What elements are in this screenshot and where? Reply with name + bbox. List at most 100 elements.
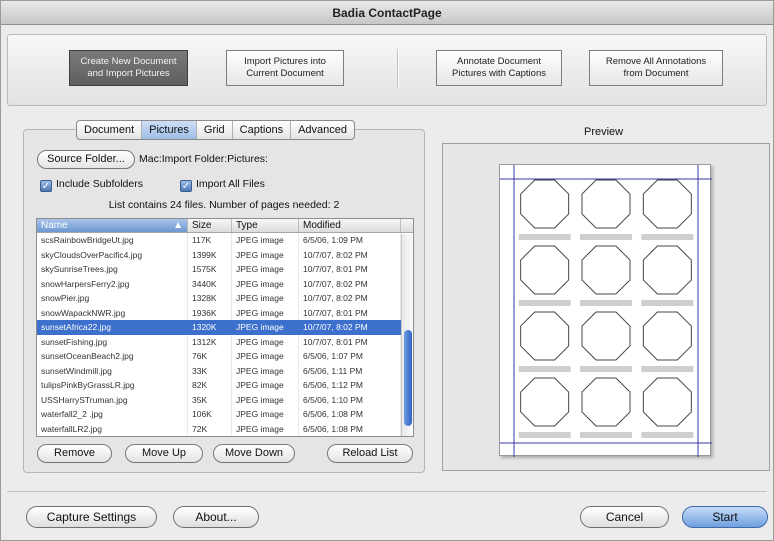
sort-ascending-icon: ▲ [173,220,183,231]
column-header-type[interactable]: Type [232,219,299,232]
table-cell: 72K [188,421,232,436]
table-row[interactable]: snowPier.jpg 1328K JPEG image 10/7/07, 8:02… [37,291,413,306]
tab-captions[interactable]: Captions [233,121,292,139]
table-cell: 6/5/06, 1:12 PM [299,378,401,393]
preview-pane [442,143,770,471]
toolbar: Create New Document and Import Pictures I… [7,34,767,106]
table-cell: 33K [188,363,232,378]
remove-all-annotations-button[interactable]: Remove All Annotations from Document [589,50,723,86]
picture-placeholder [581,245,631,295]
table-cell: 6/5/06, 1:07 PM [299,349,401,364]
caption-placeholder [518,432,571,438]
toolbar-separator [397,49,399,87]
table-cell: 1328K [188,291,232,306]
reload-list-button[interactable]: Reload List [327,444,413,463]
column-header-modified[interactable]: Modified [299,219,401,232]
table-cell: JPEG image [232,305,299,320]
table-cell: 1312K [188,334,232,349]
import-all-files-checkbox[interactable]: ✓ Import All Files [180,177,265,192]
file-list[interactable]: Name ▲ Size Type Modified scsRainbowBridg… [36,218,414,437]
table-cell: 10/7/07, 8:01 PM [299,262,401,277]
column-header-size[interactable]: Size [188,219,232,232]
table-cell: JPEG image [232,276,299,291]
table-row[interactable]: sunsetAfrica22.jpg 1320K JPEG image 10/7/07… [37,320,413,335]
table-row[interactable]: tulipsPinkByGrassLR.jpg 82K JPEG image 6/5/… [37,378,413,393]
caption-placeholder [580,234,632,240]
table-cell: waterfallLR2.jpg [37,421,188,436]
table-row[interactable]: snowHarpersFerry2.jpg 3440K JPEG image 10/7… [37,276,413,291]
table-cell: 10/7/07, 8:01 PM [299,305,401,320]
picture-placeholder [581,311,631,361]
picture-placeholder [642,377,692,427]
table-cell: 3440K [188,276,232,291]
table-cell: 10/7/07, 8:02 PM [299,291,401,306]
table-cell: snowWapackNWR.jpg [37,305,188,320]
preview-page [499,164,712,457]
tab-document[interactable]: Document [77,121,143,139]
picture-placeholder [520,311,570,361]
table-cell: tulipsPinkByGrassLR.jpg [37,378,188,393]
table-cell: 1936K [188,305,232,320]
table-cell: scsRainbowBridgeUt.jpg [37,233,188,248]
picture-placeholder [642,179,692,229]
table-cell: JPEG image [232,247,299,262]
table-row[interactable]: waterfallLR2.jpg 72K JPEG image 6/5/06, 1:0… [37,421,413,436]
table-cell: JPEG image [232,392,299,407]
about-button[interactable]: About... [173,506,259,528]
include-subfolders-checkbox[interactable]: ✓ Include Subfolders [40,177,143,192]
annotate-pictures-button[interactable]: Annotate Document Pictures with Captions [436,50,562,86]
table-cell: waterfall2_2 .jpg [37,407,188,422]
settings-tabs: Document Pictures Grid Captions Advanced [76,120,356,140]
table-cell: JPEG image [232,233,299,248]
tab-grid[interactable]: Grid [197,121,233,139]
table-cell: 1320K [188,320,232,335]
table-cell: 10/7/07, 8:01 PM [299,334,401,349]
start-button[interactable]: Start [682,506,768,528]
table-row[interactable]: USSHarrySTruman.jpg 35K JPEG image 6/5/06, … [37,392,413,407]
table-cell: JPEG image [232,363,299,378]
move-down-button[interactable]: Move Down [213,444,295,463]
import-pictures-button[interactable]: Import Pictures into Current Document [226,50,344,86]
caption-placeholder [641,234,694,240]
tab-advanced[interactable]: Advanced [291,121,354,139]
table-cell: JPEG image [232,334,299,349]
caption-placeholder [518,300,571,306]
file-list-rows: scsRainbowBridgeUt.jpg 117K JPEG image 6/5/… [37,233,413,436]
table-row[interactable]: scsRainbowBridgeUt.jpg 117K JPEG image 6/5/… [37,233,413,248]
capture-settings-button[interactable]: Capture Settings [26,506,157,528]
table-row[interactable]: sunsetWindmill.jpg 33K JPEG image 6/5/06, 1… [37,363,413,378]
picture-placeholder [581,179,631,229]
scrollbar-thumb[interactable] [404,330,412,426]
table-cell: skySunriseTrees.jpg [37,262,188,277]
list-info-text: List contains 24 files. Number of pages … [108,199,340,211]
cancel-button[interactable]: Cancel [580,506,669,528]
table-row[interactable]: sunsetFishing.jpg 1312K JPEG image 10/7/07,… [37,334,413,349]
move-up-button[interactable]: Move Up [125,444,203,463]
checkmark-icon: ✓ [40,180,52,192]
tab-pictures[interactable]: Pictures [142,121,197,139]
table-row[interactable]: skyCloudsOverPacific4.jpg 1399K JPEG image… [37,247,413,262]
table-row[interactable]: waterfall2_2 .jpg 106K JPEG image 6/5/06, 1… [37,407,413,422]
source-folder-path: Mac:Import Folder:Pictures: [139,153,268,165]
create-new-document-button[interactable]: Create New Document and Import Pictures [69,50,188,86]
source-folder-button[interactable]: Source Folder... [37,150,135,169]
caption-placeholder [580,366,632,372]
table-cell: 1575K [188,262,232,277]
table-cell: 117K [188,233,232,248]
picture-placeholder [642,245,692,295]
table-row[interactable]: snowWapackNWR.jpg 1936K JPEG image 10/7/07,… [37,305,413,320]
table-cell: 10/7/07, 8:02 PM [299,320,401,335]
file-list-header: Name ▲ Size Type Modified [37,219,413,233]
picture-placeholder [520,245,570,295]
caption-placeholder [641,432,694,438]
remove-button[interactable]: Remove [37,444,112,463]
column-header-name[interactable]: Name ▲ [37,219,188,232]
table-row[interactable]: sunsetOceanBeach2.jpg 76K JPEG image 6/5/06… [37,349,413,364]
checkmark-icon: ✓ [180,180,192,192]
table-row[interactable]: skySunriseTrees.jpg 1575K JPEG image 10/7/0… [37,262,413,277]
table-cell: 10/7/07, 8:02 PM [299,247,401,262]
picture-placeholder [520,179,570,229]
table-cell: snowHarpersFerry2.jpg [37,276,188,291]
vertical-scrollbar[interactable] [401,234,413,436]
table-cell: JPEG image [232,349,299,364]
